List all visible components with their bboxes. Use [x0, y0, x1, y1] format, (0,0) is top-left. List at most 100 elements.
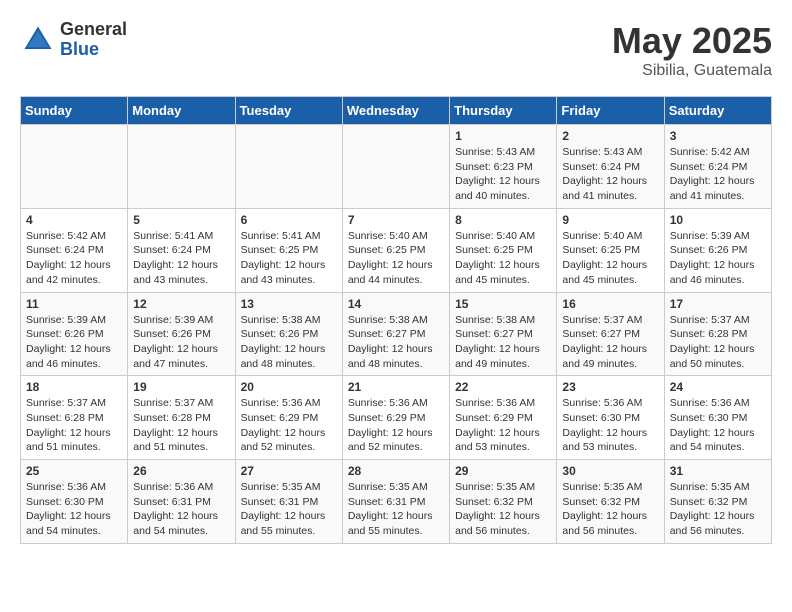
calendar-day: 30Sunrise: 5:35 AM Sunset: 6:32 PM Dayli… — [557, 460, 664, 544]
weekday-header: Sunday — [21, 97, 128, 125]
day-info: Sunrise: 5:37 AM Sunset: 6:28 PM Dayligh… — [670, 313, 766, 372]
day-info: Sunrise: 5:37 AM Sunset: 6:27 PM Dayligh… — [562, 313, 658, 372]
calendar-empty-day — [21, 125, 128, 209]
day-info: Sunrise: 5:36 AM Sunset: 6:30 PM Dayligh… — [562, 396, 658, 455]
weekday-header: Thursday — [450, 97, 557, 125]
calendar-day: 25Sunrise: 5:36 AM Sunset: 6:30 PM Dayli… — [21, 460, 128, 544]
calendar-day: 10 Sunrise: 5:39 AM Sunset: 6:26 PM Dayli… — [664, 208, 771, 292]
weekday-header: Saturday — [664, 97, 771, 125]
calendar-day: 15 Sunrise: 5:38 AM Sunset: 6:27 PM Dayli… — [450, 292, 557, 376]
calendar-day: 4 Sunrise: 5:42 AM Sunset: 6:24 PM Daylig… — [21, 208, 128, 292]
page-header: General Blue May 2025 Sibilia, Guatemala — [20, 20, 772, 80]
calendar-day: 14Sunrise: 5:38 AM Sunset: 6:27 PM Dayli… — [342, 292, 449, 376]
day-number: 23 — [562, 380, 658, 394]
day-number: 5 — [133, 213, 229, 227]
weekday-header: Tuesday — [235, 97, 342, 125]
day-info: Sunrise: 5:35 AM Sunset: 6:31 PM Dayligh… — [241, 480, 337, 539]
calendar-day: 24 Sunrise: 5:36 AM Sunset: 6:30 PM Dayli… — [664, 376, 771, 460]
calendar-week-row: 18 Sunrise: 5:37 AM Sunset: 6:28 PM Dayli… — [21, 376, 772, 460]
calendar-day: 5 Sunrise: 5:41 AM Sunset: 6:24 PM Daylig… — [128, 208, 235, 292]
day-number: 17 — [670, 297, 766, 311]
day-number: 11 — [26, 297, 122, 311]
calendar-day: 21Sunrise: 5:36 AM Sunset: 6:29 PM Dayli… — [342, 376, 449, 460]
calendar-day: 17 Sunrise: 5:37 AM Sunset: 6:28 PM Dayli… — [664, 292, 771, 376]
day-info: Sunrise: 5:36 AM Sunset: 6:31 PM Dayligh… — [133, 480, 229, 539]
day-info: Sunrise: 5:35 AM Sunset: 6:32 PM Dayligh… — [670, 480, 766, 539]
day-number: 9 — [562, 213, 658, 227]
calendar-day: 8Sunrise: 5:40 AM Sunset: 6:25 PM Daylig… — [450, 208, 557, 292]
day-number: 19 — [133, 380, 229, 394]
day-number: 29 — [455, 464, 551, 478]
logo-icon — [20, 22, 56, 58]
day-info: Sunrise: 5:43 AM Sunset: 6:23 PM Dayligh… — [455, 145, 551, 204]
weekday-header: Monday — [128, 97, 235, 125]
day-info: Sunrise: 5:39 AM Sunset: 6:26 PM Dayligh… — [133, 313, 229, 372]
logo-text: General Blue — [60, 20, 127, 60]
day-info: Sunrise: 5:41 AM Sunset: 6:24 PM Dayligh… — [133, 229, 229, 288]
day-number: 15 — [455, 297, 551, 311]
day-number: 4 — [26, 213, 122, 227]
day-number: 25 — [26, 464, 122, 478]
day-number: 2 — [562, 129, 658, 143]
location: Sibilia, Guatemala — [612, 62, 772, 80]
weekday-header: Wednesday — [342, 97, 449, 125]
day-info: Sunrise: 5:40 AM Sunset: 6:25 PM Dayligh… — [348, 229, 444, 288]
calendar-week-row: 4 Sunrise: 5:42 AM Sunset: 6:24 PM Daylig… — [21, 208, 772, 292]
calendar-day: 27Sunrise: 5:35 AM Sunset: 6:31 PM Dayli… — [235, 460, 342, 544]
day-info: Sunrise: 5:36 AM Sunset: 6:29 PM Dayligh… — [455, 396, 551, 455]
logo-general-text: General — [60, 20, 127, 40]
calendar-week-row: 1 Sunrise: 5:43 AM Sunset: 6:23 PM Daylig… — [21, 125, 772, 209]
calendar-day: 23 Sunrise: 5:36 AM Sunset: 6:30 PM Dayli… — [557, 376, 664, 460]
day-number: 28 — [348, 464, 444, 478]
day-number: 1 — [455, 129, 551, 143]
day-number: 22 — [455, 380, 551, 394]
calendar-day: 1 Sunrise: 5:43 AM Sunset: 6:23 PM Daylig… — [450, 125, 557, 209]
month-year: May 2025 — [612, 20, 772, 62]
day-info: Sunrise: 5:37 AM Sunset: 6:28 PM Dayligh… — [26, 396, 122, 455]
calendar-day: 20Sunrise: 5:36 AM Sunset: 6:29 PM Dayli… — [235, 376, 342, 460]
calendar-day: 18 Sunrise: 5:37 AM Sunset: 6:28 PM Dayli… — [21, 376, 128, 460]
calendar-body: 1 Sunrise: 5:43 AM Sunset: 6:23 PM Daylig… — [21, 125, 772, 544]
day-number: 18 — [26, 380, 122, 394]
calendar-day: 16 Sunrise: 5:37 AM Sunset: 6:27 PM Dayli… — [557, 292, 664, 376]
day-info: Sunrise: 5:38 AM Sunset: 6:27 PM Dayligh… — [348, 313, 444, 372]
calendar-week-row: 11 Sunrise: 5:39 AM Sunset: 6:26 PM Dayli… — [21, 292, 772, 376]
weekday-row: SundayMondayTuesdayWednesdayThursdayFrid… — [21, 97, 772, 125]
day-number: 6 — [241, 213, 337, 227]
calendar-day: 26 Sunrise: 5:36 AM Sunset: 6:31 PM Dayli… — [128, 460, 235, 544]
day-info: Sunrise: 5:38 AM Sunset: 6:27 PM Dayligh… — [455, 313, 551, 372]
day-number: 10 — [670, 213, 766, 227]
day-number: 16 — [562, 297, 658, 311]
day-info: Sunrise: 5:35 AM Sunset: 6:31 PM Dayligh… — [348, 480, 444, 539]
day-number: 21 — [348, 380, 444, 394]
day-number: 12 — [133, 297, 229, 311]
day-info: Sunrise: 5:41 AM Sunset: 6:25 PM Dayligh… — [241, 229, 337, 288]
day-info: Sunrise: 5:42 AM Sunset: 6:24 PM Dayligh… — [26, 229, 122, 288]
calendar-empty-day — [342, 125, 449, 209]
day-info: Sunrise: 5:36 AM Sunset: 6:29 PM Dayligh… — [241, 396, 337, 455]
day-info: Sunrise: 5:35 AM Sunset: 6:32 PM Dayligh… — [455, 480, 551, 539]
calendar-day: 3Sunrise: 5:42 AM Sunset: 6:24 PM Daylig… — [664, 125, 771, 209]
calendar-day: 12 Sunrise: 5:39 AM Sunset: 6:26 PM Dayli… — [128, 292, 235, 376]
calendar-header: SundayMondayTuesdayWednesdayThursdayFrid… — [21, 97, 772, 125]
day-info: Sunrise: 5:39 AM Sunset: 6:26 PM Dayligh… — [670, 229, 766, 288]
logo-blue-text: Blue — [60, 40, 127, 60]
calendar-day: 28 Sunrise: 5:35 AM Sunset: 6:31 PM Dayli… — [342, 460, 449, 544]
day-info: Sunrise: 5:39 AM Sunset: 6:26 PM Dayligh… — [26, 313, 122, 372]
calendar-day: 13Sunrise: 5:38 AM Sunset: 6:26 PM Dayli… — [235, 292, 342, 376]
calendar-day: 6 Sunrise: 5:41 AM Sunset: 6:25 PM Daylig… — [235, 208, 342, 292]
weekday-header: Friday — [557, 97, 664, 125]
calendar-day: 9 Sunrise: 5:40 AM Sunset: 6:25 PM Daylig… — [557, 208, 664, 292]
day-number: 24 — [670, 380, 766, 394]
day-info: Sunrise: 5:40 AM Sunset: 6:25 PM Dayligh… — [455, 229, 551, 288]
day-number: 31 — [670, 464, 766, 478]
day-info: Sunrise: 5:36 AM Sunset: 6:30 PM Dayligh… — [670, 396, 766, 455]
calendar-empty-day — [128, 125, 235, 209]
day-info: Sunrise: 5:40 AM Sunset: 6:25 PM Dayligh… — [562, 229, 658, 288]
day-number: 26 — [133, 464, 229, 478]
calendar-day: 31 Sunrise: 5:35 AM Sunset: 6:32 PM Dayli… — [664, 460, 771, 544]
calendar-day: 19Sunrise: 5:37 AM Sunset: 6:28 PM Dayli… — [128, 376, 235, 460]
day-info: Sunrise: 5:42 AM Sunset: 6:24 PM Dayligh… — [670, 145, 766, 204]
calendar-day: 22 Sunrise: 5:36 AM Sunset: 6:29 PM Dayli… — [450, 376, 557, 460]
day-number: 13 — [241, 297, 337, 311]
